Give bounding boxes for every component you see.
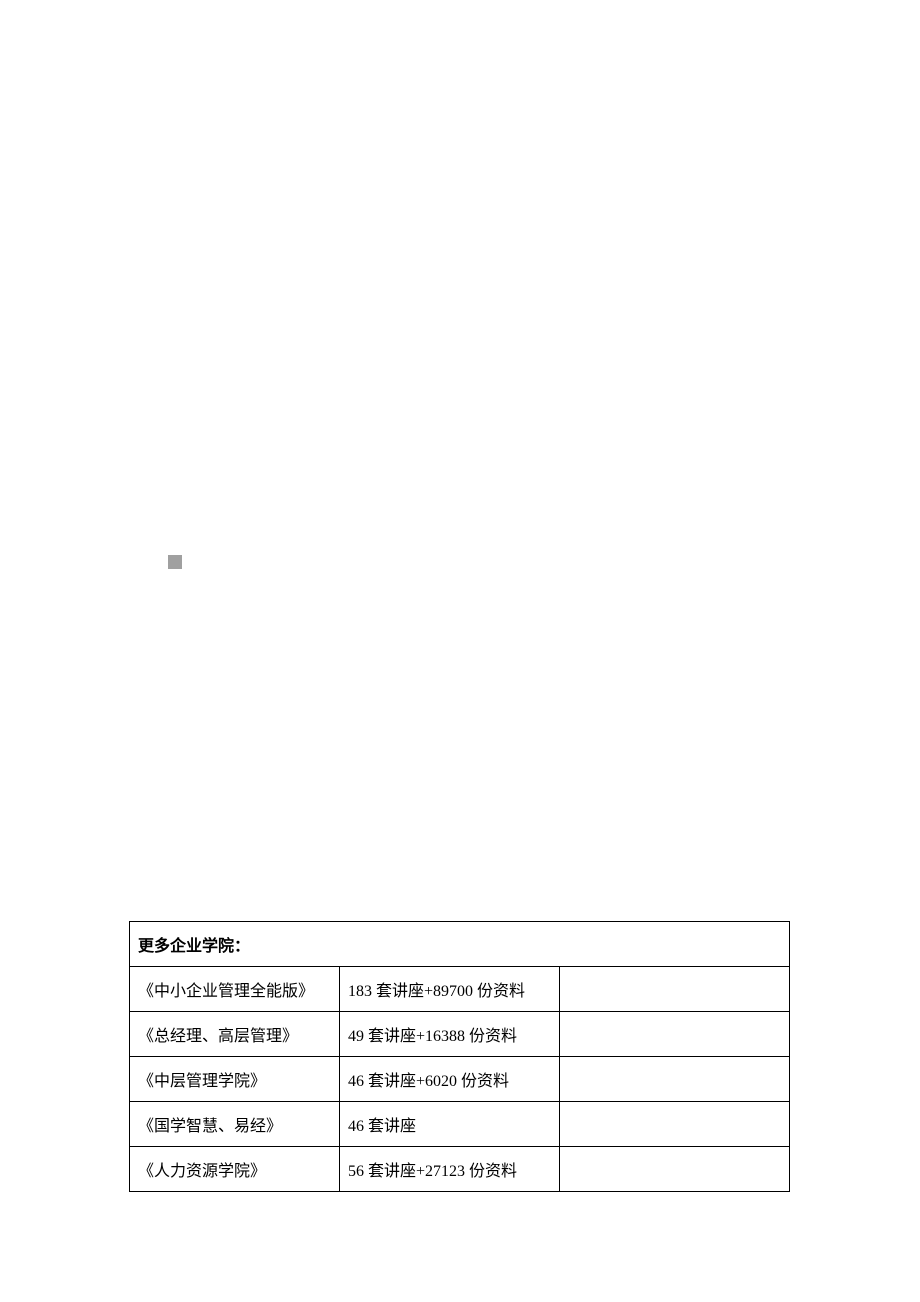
course-blank [560, 1012, 790, 1057]
table-row: 更多企业学院： [130, 922, 790, 967]
course-desc: 183 套讲座+89700 份资料 [340, 967, 560, 1012]
course-blank [560, 1057, 790, 1102]
table-heading: 更多企业学院： [130, 922, 790, 967]
course-blank [560, 967, 790, 1012]
course-desc: 46 套讲座 [340, 1102, 560, 1147]
enterprise-academy-table: 更多企业学院： 《中小企业管理全能版》 183 套讲座+89700 份资料 《总… [129, 921, 789, 1192]
table-row: 《国学智慧、易经》 46 套讲座 [130, 1102, 790, 1147]
table: 更多企业学院： 《中小企业管理全能版》 183 套讲座+89700 份资料 《总… [129, 921, 790, 1192]
table-row: 《中层管理学院》 46 套讲座+6020 份资料 [130, 1057, 790, 1102]
square-bullet-icon [168, 555, 182, 569]
course-desc: 49 套讲座+16388 份资料 [340, 1012, 560, 1057]
course-blank [560, 1147, 790, 1192]
course-name: 《中小企业管理全能版》 [130, 967, 340, 1012]
course-name: 《国学智慧、易经》 [130, 1102, 340, 1147]
course-blank [560, 1102, 790, 1147]
course-desc: 56 套讲座+27123 份资料 [340, 1147, 560, 1192]
table-row: 《人力资源学院》 56 套讲座+27123 份资料 [130, 1147, 790, 1192]
course-name: 《中层管理学院》 [130, 1057, 340, 1102]
course-name: 《总经理、高层管理》 [130, 1012, 340, 1057]
table-row: 《总经理、高层管理》 49 套讲座+16388 份资料 [130, 1012, 790, 1057]
table-row: 《中小企业管理全能版》 183 套讲座+89700 份资料 [130, 967, 790, 1012]
course-name: 《人力资源学院》 [130, 1147, 340, 1192]
document-page: 更多企业学院： 《中小企业管理全能版》 183 套讲座+89700 份资料 《总… [0, 0, 920, 1302]
course-desc: 46 套讲座+6020 份资料 [340, 1057, 560, 1102]
